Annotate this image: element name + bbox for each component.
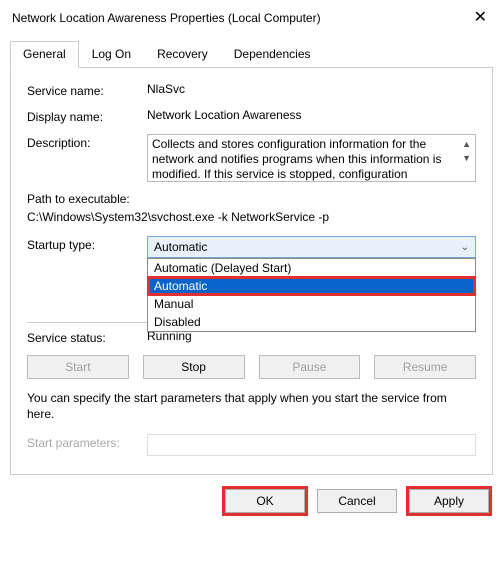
start-params-hint: You can specify the start parameters tha… [27,391,476,422]
value-display-name: Network Location Awareness [147,108,476,122]
titlebar: Network Location Awareness Properties (L… [0,0,503,34]
tabstrip: General Log On Recovery Dependencies [10,40,493,67]
value-path: C:\Windows\System32\svchost.exe -k Netwo… [27,210,476,224]
pause-button: Pause [259,355,361,379]
tab-logon[interactable]: Log On [79,41,144,68]
description-box: Collects and stores configuration inform… [147,134,476,182]
label-service-name: Service name: [27,82,147,98]
label-description: Description: [27,134,147,150]
dialog-buttons: OK Cancel Apply [0,475,503,513]
startup-type-select[interactable]: Automatic ⌄ [147,236,476,258]
apply-button[interactable]: Apply [409,489,489,513]
stop-button[interactable]: Stop [143,355,245,379]
tab-panel-general: Service name: NlaSvc Display name: Netwo… [10,67,493,475]
label-startup-type: Startup type: [27,236,147,252]
tab-recovery[interactable]: Recovery [144,41,221,68]
resume-button: Resume [374,355,476,379]
cancel-button[interactable]: Cancel [317,489,397,513]
window-title: Network Location Awareness Properties (L… [12,11,321,25]
startup-option-disabled[interactable]: Disabled [148,313,475,331]
startup-type-dropdown[interactable]: Automatic (Delayed Start) Automatic Manu… [147,258,476,332]
start-parameters-input [147,434,476,456]
value-service-name: NlaSvc [147,82,476,96]
description-text: Collects and stores configuration inform… [152,137,458,182]
ok-button[interactable]: OK [225,489,305,513]
startup-option-automatic[interactable]: Automatic [148,277,475,295]
startup-option-delayed[interactable]: Automatic (Delayed Start) [148,259,475,277]
start-button: Start [27,355,129,379]
close-icon[interactable]: ✕ [468,8,493,28]
startup-option-manual[interactable]: Manual [148,295,475,313]
label-service-status: Service status: [27,329,147,345]
chevron-up-icon[interactable]: ▲ [462,137,471,151]
chevron-down-icon: ⌄ [461,242,469,253]
description-scroll[interactable]: ▲ ▼ [462,137,471,166]
label-path: Path to executable: [27,192,476,206]
label-display-name: Display name: [27,108,147,124]
startup-type-value: Automatic [154,240,207,254]
chevron-down-icon[interactable]: ▼ [462,151,471,165]
label-start-parameters: Start parameters: [27,434,147,450]
tab-general[interactable]: General [10,41,79,68]
tab-dependencies[interactable]: Dependencies [221,41,324,68]
